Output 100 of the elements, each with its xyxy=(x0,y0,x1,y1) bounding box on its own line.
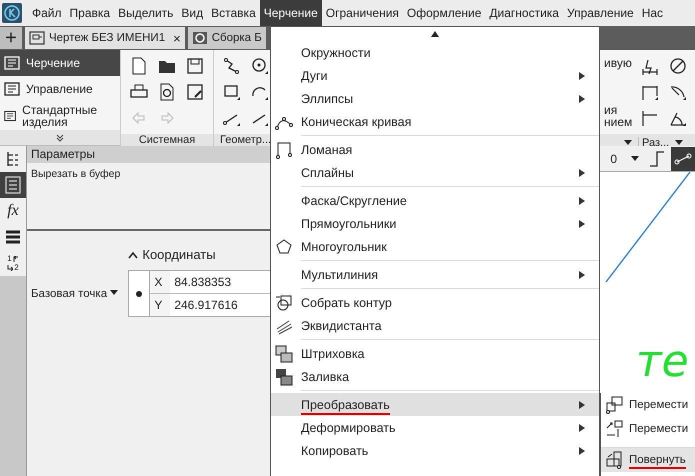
section-title: Координаты xyxy=(142,247,216,262)
rotate-icon xyxy=(605,451,623,469)
menu-item[interactable]: Повернуть xyxy=(601,447,695,472)
menu-item[interactable]: Вид xyxy=(177,0,208,26)
menu-item[interactable]: Собрать контур xyxy=(271,291,599,314)
menu-item[interactable]: Эллипсы xyxy=(271,87,599,110)
group-label: Геометр... xyxy=(220,134,272,146)
step-line-icon[interactable] xyxy=(647,148,667,168)
axis-label: X xyxy=(150,271,170,293)
ribbon-mode[interactable]: Черчение xyxy=(0,50,120,76)
ribbon-mode[interactable]: Управление xyxy=(0,76,120,102)
menu-item[interactable]: Черчение xyxy=(260,0,322,26)
mode-icon xyxy=(4,55,20,71)
hatch-icon xyxy=(275,344,293,362)
menu-item-label: Деформировать xyxy=(301,420,396,434)
auto-line-icon[interactable] xyxy=(222,56,242,76)
menu-item[interactable]: Перемести xyxy=(601,393,695,417)
menu-item-label: Фаска/Скругление xyxy=(301,194,407,208)
menu-item[interactable]: Дуги xyxy=(271,64,599,87)
hook-arrow-icon xyxy=(12,256,19,262)
menu-item-label: Копировать xyxy=(301,444,368,458)
axis-label: Y xyxy=(150,294,170,316)
menu-item[interactable]: Прямоугольники xyxy=(271,212,599,235)
menu-item[interactable]: Ломаная xyxy=(271,138,599,161)
menu-item[interactable]: Управление xyxy=(562,0,638,26)
circle-icon[interactable] xyxy=(250,56,270,76)
menu-item[interactable]: Файл xyxy=(28,0,66,26)
side-tool-button[interactable]: 1 2 xyxy=(0,250,26,276)
menu-item[interactable]: Штриховка xyxy=(271,342,599,365)
menu-item[interactable]: Ограничения xyxy=(322,0,403,26)
scroll-up-icon[interactable] xyxy=(431,31,439,37)
base-point-dropdown[interactable]: Базовая точка xyxy=(27,288,118,300)
section-header[interactable]: Координаты xyxy=(107,247,237,262)
x-coordinate-field[interactable]: 84.838353 xyxy=(170,275,232,289)
menu-item[interactable]: Вставка xyxy=(207,0,260,26)
menu-item-label: Эллипсы xyxy=(301,92,354,106)
save-icon[interactable] xyxy=(185,56,205,76)
menu-item[interactable]: Копировать xyxy=(271,439,599,462)
document-tab[interactable]: Сборка Б xyxy=(188,27,266,49)
menu-item[interactable]: Деформировать xyxy=(271,416,599,439)
menu-item-label: Перемести xyxy=(629,423,688,435)
y-coordinate-field[interactable]: 246.917616 xyxy=(170,298,238,312)
menu-item[interactable]: Мультилиния xyxy=(271,263,599,286)
menu-item-label: Перемести xyxy=(629,399,688,411)
polyline-icon xyxy=(275,140,293,158)
side-tool-button[interactable] xyxy=(0,146,26,172)
ribbon-command-label[interactable]: ия нием xyxy=(604,104,636,128)
snap-nodes-icon[interactable] xyxy=(671,146,695,170)
ribbon-mode[interactable]: Стандартные изделия xyxy=(0,102,120,130)
side-tool-button[interactable] xyxy=(0,172,26,198)
menu-item[interactable]: Оформление xyxy=(402,0,486,26)
menu-item[interactable]: Сплайны xyxy=(271,161,599,184)
menu-item-label: Эквидистанта xyxy=(301,318,382,332)
menu-item[interactable]: Перемести xyxy=(601,417,695,441)
menu-item[interactable]: Эквидистанта xyxy=(271,314,599,337)
chevron-icon xyxy=(128,250,138,258)
polygon-icon xyxy=(275,238,293,256)
layers-icon xyxy=(5,229,21,245)
hint-text: Вырезать в буфер xyxy=(31,168,120,180)
tree-icon xyxy=(5,150,21,168)
assembly-icon xyxy=(192,31,208,45)
menu-item[interactable]: Правка xyxy=(66,0,114,26)
drawing-icon xyxy=(29,31,45,45)
hook-arrow-icon xyxy=(7,264,14,270)
menu-item[interactable]: Коническая кривая xyxy=(271,110,599,133)
tab-title: Чертеж БЕЗ ИМЕНИ1 xyxy=(49,32,166,44)
menu-item-label: Коническая кривая xyxy=(301,114,412,128)
save-as-icon[interactable] xyxy=(185,82,205,102)
menu-item-label: Штриховка xyxy=(301,346,365,360)
tab-title: Сборка Б xyxy=(212,32,262,44)
menu-item[interactable]: Нас xyxy=(638,0,668,26)
group-label: Системная xyxy=(138,134,196,146)
drawing-text: те xyxy=(636,338,690,386)
menu-item[interactable]: Диагностика xyxy=(485,0,563,26)
menu-item-label: Повернуть xyxy=(629,454,686,469)
menu-item[interactable]: Фаска/Скругление xyxy=(271,189,599,212)
base-dimension-icon[interactable] xyxy=(640,108,660,128)
expand-chevron-icon[interactable] xyxy=(55,132,65,143)
menu-item-label: Сплайны xyxy=(301,166,354,180)
menu-item[interactable]: Заливка xyxy=(271,365,599,388)
menu-item[interactable]: Многоугольник xyxy=(271,235,599,258)
ribbon-command-label[interactable]: ивую xyxy=(604,56,636,70)
move-icon xyxy=(605,396,623,414)
menu-item-label: Заливка xyxy=(301,370,350,384)
side-tool-button[interactable]: fx xyxy=(0,198,26,224)
menu-item[interactable]: Преобразовать xyxy=(271,393,599,416)
close-tab-button[interactable]: × xyxy=(173,30,181,46)
mode-icon xyxy=(4,81,20,98)
menu-item[interactable]: Окружности xyxy=(271,41,599,64)
menu-item-label: Преобразовать xyxy=(301,398,390,414)
document-tab[interactable]: Чертеж БЕЗ ИМЕНИ1 × xyxy=(25,27,185,49)
scale-field[interactable]: 0 xyxy=(610,152,643,166)
move-points-icon xyxy=(605,420,623,438)
diameter-icon[interactable] xyxy=(668,56,688,76)
add-tab-button[interactable]: + xyxy=(0,27,22,49)
fill-icon xyxy=(275,368,293,386)
menu-item-label: Собрать контур xyxy=(301,296,392,310)
menu-item-label: Окружности xyxy=(301,46,371,60)
menu-item-label: Прямоугольники xyxy=(301,216,396,230)
menu-item[interactable]: Выделить xyxy=(114,0,178,26)
